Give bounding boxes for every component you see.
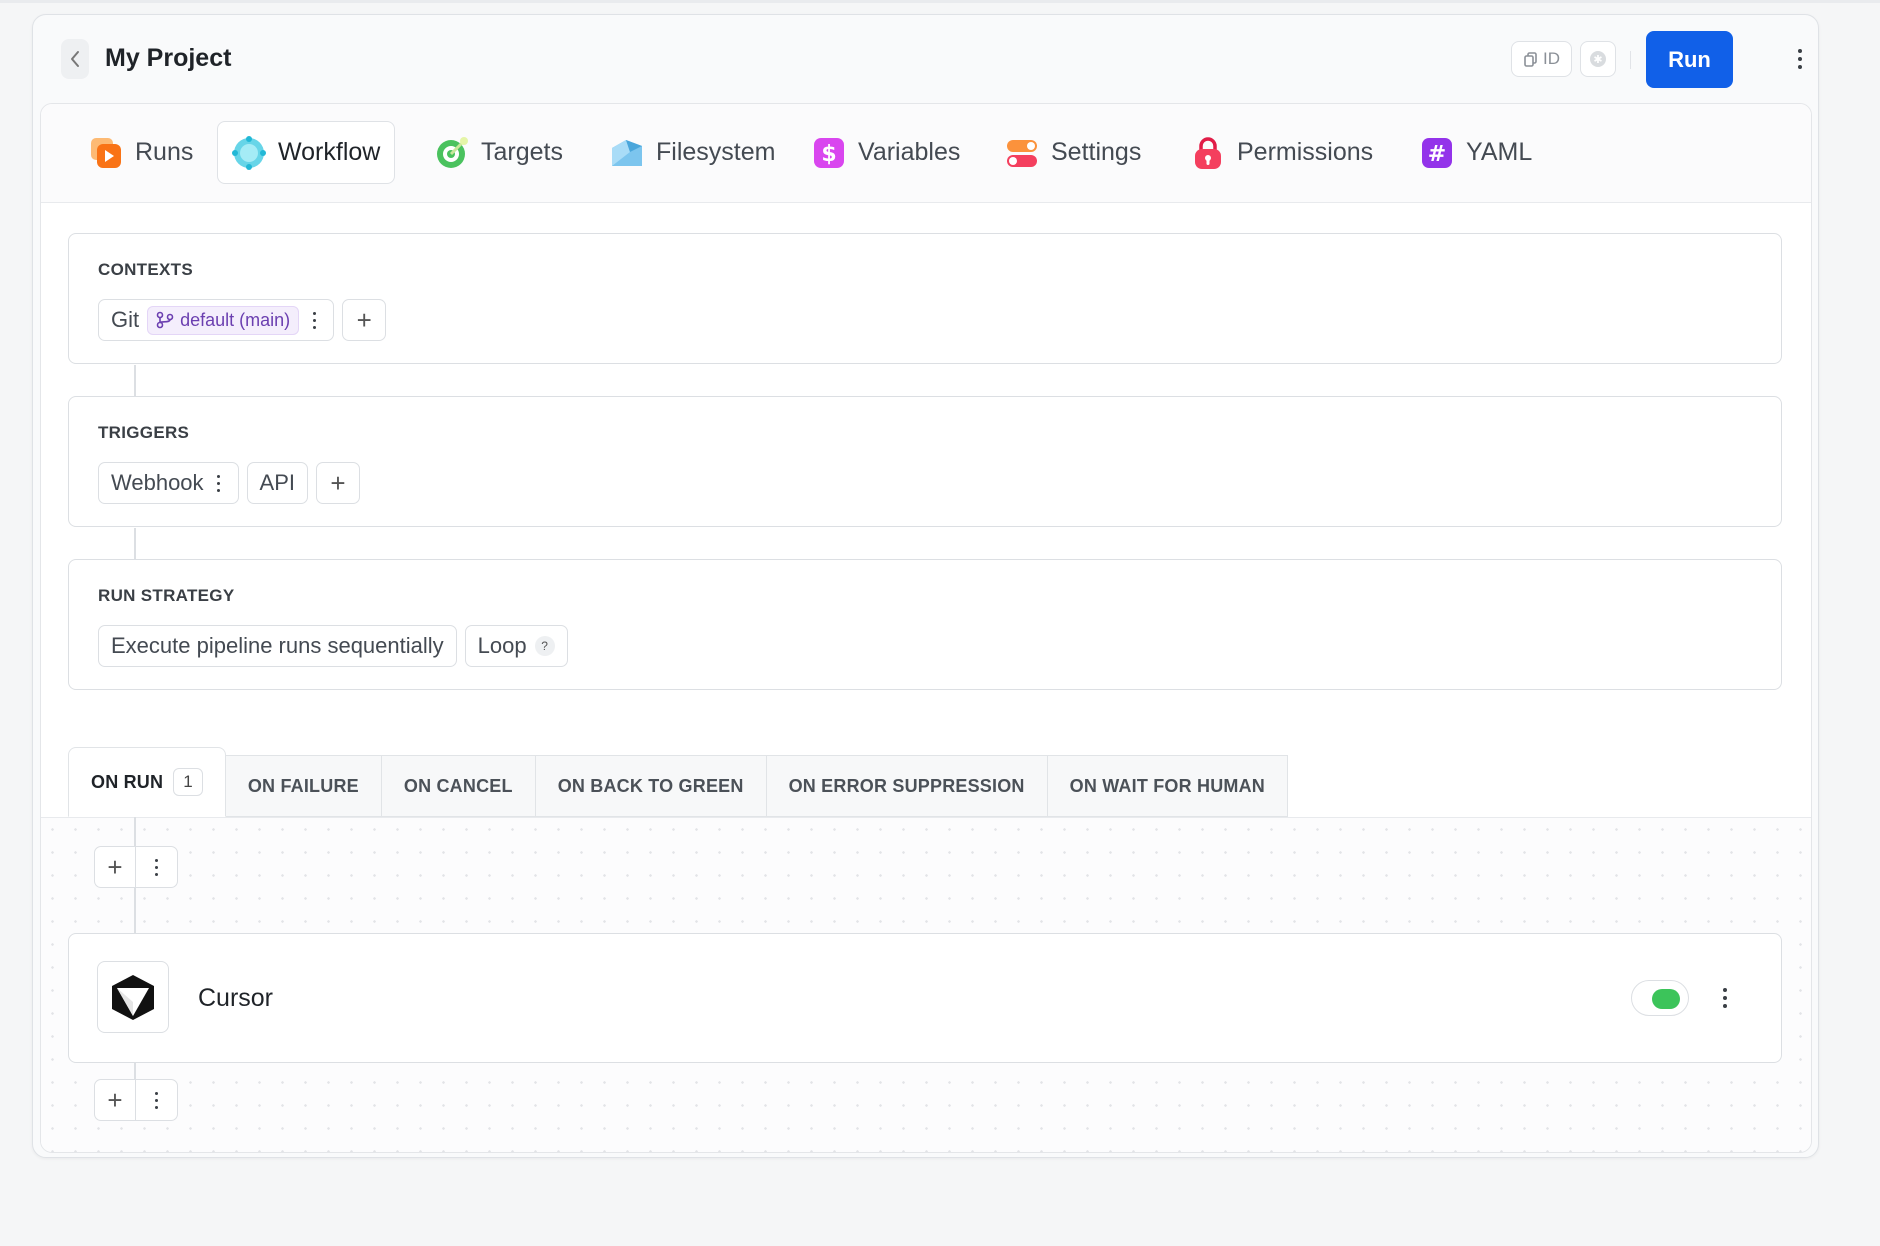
project-panel: My Project ID ✱ Run Runs Workflow Target… (32, 14, 1819, 1158)
tab-on-cancel[interactable]: ON CANCEL (381, 755, 536, 817)
section-title: CONTEXTS (98, 260, 193, 279)
tab-targets[interactable]: Targets (421, 121, 577, 184)
section-title: RUN STRATEGY (98, 586, 235, 605)
tab-label: YAML (1466, 138, 1533, 166)
add-step-control: + (94, 1079, 178, 1121)
tab-on-error-suppression[interactable]: ON ERROR SUPPRESSION (766, 755, 1048, 817)
add-step-control: + (94, 846, 178, 888)
top-edge (0, 0, 1880, 3)
back-button[interactable] (61, 39, 89, 79)
project-title: My Project (105, 44, 232, 72)
targets-icon (437, 136, 468, 168)
tab-label: Settings (1051, 138, 1142, 166)
add-context-button[interactable]: + (342, 299, 387, 341)
chevron-left-icon (71, 51, 79, 67)
add-step-button[interactable]: + (95, 847, 137, 887)
workflow-container: Runs Workflow Targets Filesystem $ Varia… (40, 103, 1812, 1153)
toggle-knob (1652, 989, 1680, 1009)
step-name: Cursor (198, 984, 274, 1012)
loop-chip[interactable]: Loop ? (464, 625, 568, 667)
tab-label: Filesystem (656, 138, 776, 166)
status-button[interactable]: ✱ (1580, 41, 1616, 77)
kebab-icon (147, 1085, 167, 1115)
contexts-section: CONTEXTS Git default (main) + (68, 233, 1782, 364)
runs-icon (91, 137, 121, 168)
flow-connector (134, 365, 136, 396)
count-badge: 1 (173, 768, 203, 796)
tab-label: Targets (481, 138, 563, 166)
project-header: My Project ID ✱ Run (33, 15, 1818, 101)
main-tabs: Runs Workflow Targets Filesystem $ Varia… (41, 104, 1811, 203)
step-card[interactable]: Cursor (68, 933, 1782, 1063)
chip-label: Loop (477, 633, 527, 658)
permissions-icon (1195, 136, 1221, 169)
tab-label: Runs (135, 138, 194, 166)
triggers-chips: Webhook API + (98, 462, 361, 504)
tab-runs[interactable]: Runs (75, 121, 207, 184)
tab-label: Variables (858, 138, 961, 166)
chip-label: Webhook (111, 470, 204, 495)
section-title: TRIGGERS (98, 423, 190, 442)
tab-variables[interactable]: $ Variables (798, 121, 974, 184)
tab-permissions[interactable]: Permissions (1177, 121, 1387, 184)
yaml-icon: # (1422, 137, 1452, 168)
trigger-api-chip[interactable]: API (246, 462, 309, 504)
step-menu-icon[interactable] (1715, 983, 1735, 1013)
git-context-chip[interactable]: Git default (main) (98, 299, 335, 341)
filesystem-icon (612, 139, 642, 166)
chip-label: API (259, 470, 296, 495)
tab-settings[interactable]: Settings (991, 121, 1155, 184)
variables-icon: $ (814, 137, 844, 168)
tab-on-wait-for-human[interactable]: ON WAIT FOR HUMAN (1047, 755, 1289, 817)
more-options-icon[interactable] (1790, 44, 1810, 74)
tab-yaml[interactable]: # YAML (1406, 121, 1546, 184)
workflow-icon (232, 135, 266, 170)
tab-label: ON RUN (91, 771, 164, 792)
triggers-section: TRIGGERS Webhook API + (68, 396, 1782, 527)
tab-on-run[interactable]: ON RUN 1 (68, 747, 226, 817)
context-options-icon[interactable] (307, 305, 321, 335)
copy-id-button[interactable]: ID (1511, 41, 1572, 77)
contexts-chips: Git default (main) + (98, 299, 387, 341)
branch-label: default (main) (180, 309, 291, 330)
flow-connector (134, 528, 136, 559)
execution-mode-chip[interactable]: Execute pipeline runs sequentially (98, 625, 457, 667)
tab-filesystem[interactable]: Filesystem (596, 121, 789, 184)
step-options-button[interactable] (136, 1080, 177, 1120)
run-strategy-section: RUN STRATEGY Execute pipeline runs seque… (68, 559, 1782, 690)
branch-icon (156, 311, 174, 329)
branch-badge: default (main) (147, 305, 300, 335)
strategy-chips: Execute pipeline runs sequentially Loop … (98, 625, 568, 667)
id-label: ID (1543, 49, 1560, 68)
svg-text:$: $ (821, 142, 836, 167)
trigger-webhook-chip[interactable]: Webhook (98, 462, 239, 504)
run-button[interactable]: Run (1646, 31, 1733, 88)
copy-icon (1524, 52, 1537, 67)
cursor-logo-icon (97, 961, 169, 1033)
step-options-button[interactable] (136, 847, 177, 887)
help-icon[interactable]: ? (534, 636, 555, 656)
tab-on-back-to-green[interactable]: ON BACK TO GREEN (535, 755, 767, 817)
trigger-options-icon[interactable] (212, 468, 226, 498)
header-divider (1630, 51, 1631, 69)
svg-text:#: # (1428, 142, 1446, 167)
kebab-icon (147, 852, 167, 882)
tab-workflow[interactable]: Workflow (217, 121, 396, 184)
chip-label: Git (111, 307, 140, 332)
snowflake-icon: ✱ (1590, 51, 1606, 67)
tab-label: Permissions (1237, 138, 1374, 166)
add-step-button[interactable]: + (95, 1080, 137, 1120)
step-enabled-toggle[interactable] (1631, 980, 1689, 1016)
tab-label: Workflow (278, 138, 381, 166)
add-trigger-button[interactable]: + (316, 462, 361, 504)
settings-icon (1007, 139, 1037, 167)
tab-on-failure[interactable]: ON FAILURE (225, 755, 382, 817)
event-tabs: ON RUN 1 ON FAILURE ON CANCEL ON BACK TO… (68, 747, 1289, 817)
